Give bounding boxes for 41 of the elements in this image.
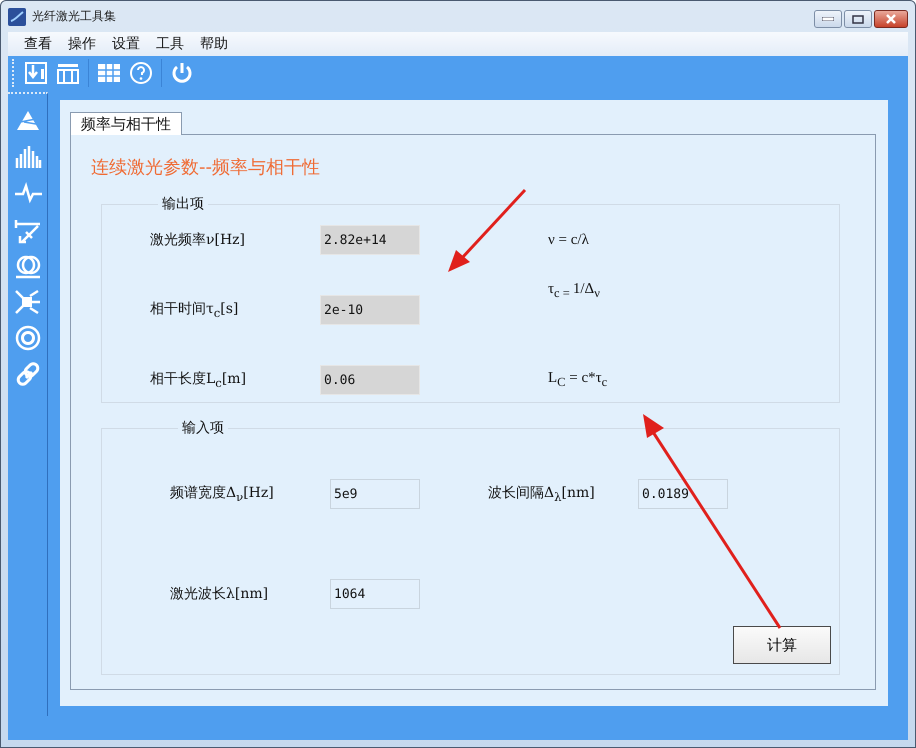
splitter-icon[interactable] (14, 288, 42, 316)
calendar-icon[interactable] (56, 61, 80, 85)
app-icon (8, 8, 26, 26)
maximize-icon (852, 14, 864, 24)
field-label: 激光波长λ[nm] (170, 585, 270, 603)
link-icon[interactable] (14, 360, 42, 388)
tab[interactable]: 频率与相干性 (70, 112, 182, 135)
output-field[interactable]: 2e-10 (320, 295, 420, 325)
field-label: 相干时间τ$_{c}$[s] (150, 300, 240, 320)
menu-item[interactable]: 设置 (104, 35, 148, 53)
ring-icon[interactable] (14, 324, 42, 352)
field-label: 波长间隔Δ$_{λ}$[nm] (488, 484, 596, 504)
calculate-button[interactable]: 计算 (733, 626, 831, 664)
field-label: 相干长度L$_{c}$[m] (150, 370, 248, 390)
menu-item[interactable]: 帮助 (192, 35, 236, 53)
minimize-icon (822, 17, 834, 21)
help-icon[interactable] (129, 61, 153, 85)
group-title: 输出项 (161, 195, 205, 213)
minimize-button[interactable] (814, 10, 842, 28)
group-title: 输入项 (181, 419, 225, 437)
field-label: 频谱宽度Δ$_{ν}$[Hz] (170, 484, 275, 504)
menu-item[interactable]: 工具 (148, 35, 192, 53)
output-field[interactable]: 2.82e+14 (320, 225, 420, 255)
table-icon[interactable] (97, 61, 121, 85)
output-field[interactable]: 0.06 (320, 365, 420, 395)
input-field[interactable]: 5e9 (330, 479, 420, 509)
field-label: 激光频率ν[Hz] (150, 231, 246, 249)
download-icon[interactable] (24, 61, 48, 85)
close-icon (885, 14, 897, 24)
formula: τ$_{c =}$ 1/Δ$_{ν}$ (548, 281, 601, 301)
formula: L$_{C}$ = c*τ$_{c}$ (548, 370, 608, 390)
formula: ν = c/λ (548, 232, 590, 248)
input-field[interactable]: 1064 (330, 579, 420, 609)
close-button[interactable] (874, 10, 908, 28)
window-title: 光纤激光工具集 (32, 8, 117, 25)
section-heading: 连续激光参数--频率与相干性 (91, 156, 321, 179)
power-icon[interactable] (170, 61, 194, 85)
input-field[interactable]: 0.0189 (638, 479, 728, 509)
menu-item[interactable]: 查看 (16, 35, 60, 53)
maximize-button[interactable] (844, 10, 872, 28)
menu-item[interactable]: 操作 (60, 35, 104, 53)
